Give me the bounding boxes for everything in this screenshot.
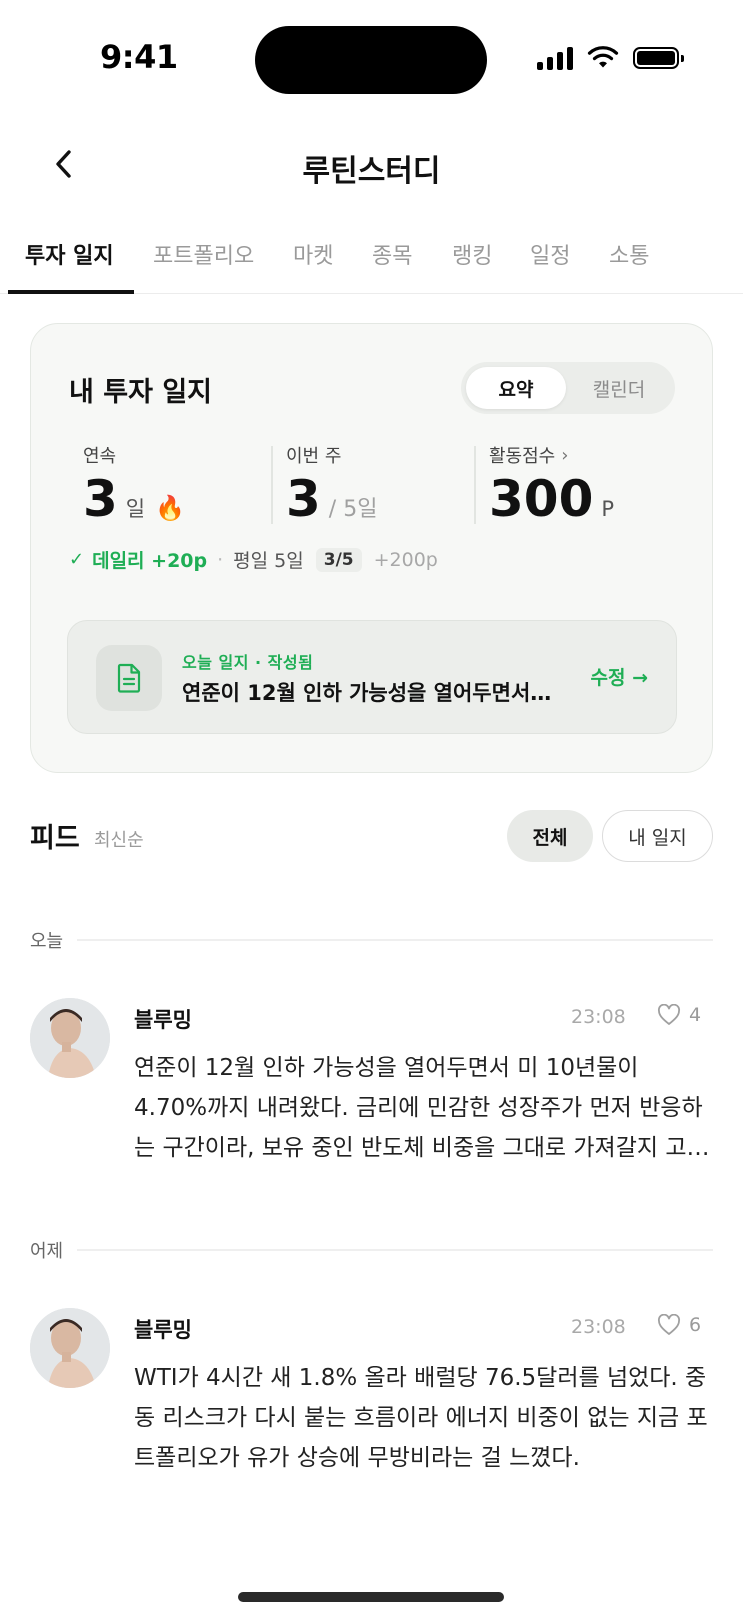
post-time: 23:08 <box>571 1006 626 1028</box>
avatar[interactable] <box>30 1308 110 1388</box>
feed-title: 피드 <box>30 823 80 854</box>
stat-week-sub: / 5일 <box>328 497 378 522</box>
stat-score-label: 활동점수 <box>489 446 556 467</box>
date-separator-label: 어제 <box>30 1241 64 1262</box>
divider <box>77 939 713 941</box>
segment-calendar[interactable]: 캘린더 <box>569 367 669 409</box>
stat-streak-unit: 일 <box>125 497 146 521</box>
like-button[interactable]: 4 <box>657 1004 701 1026</box>
date-separator: 어제 <box>30 1238 713 1262</box>
weekday-progress-badge: 3/5 <box>315 547 362 572</box>
stat-divider <box>271 446 273 524</box>
post-author[interactable]: 블루밍 <box>134 1004 192 1034</box>
avatar[interactable] <box>30 998 110 1078</box>
tab-market[interactable]: 마켓 <box>293 238 333 270</box>
like-button[interactable]: 6 <box>657 1314 701 1336</box>
stat-week-label: 이번 주 <box>286 446 342 467</box>
date-separator: 오늘 <box>30 928 713 952</box>
feed-header: 피드 최신순 전체 내 일지 <box>30 808 713 864</box>
status-icons <box>537 46 684 70</box>
document-icon <box>96 645 162 711</box>
heart-icon <box>657 1004 681 1025</box>
today-journal-entry[interactable]: 오늘 일지 · 작성됨 연준이 12월 인하 가능성을 열어두면서 미 10년물… <box>67 620 677 734</box>
check-icon: ✓ <box>69 549 85 570</box>
stat-score-label-row: 활동점수 › <box>489 442 614 468</box>
stat-streak: 연속 3 일 🔥 <box>83 442 185 524</box>
stat-score[interactable]: 활동점수 › 300 P <box>489 442 615 528</box>
date-separator-label: 오늘 <box>30 931 64 952</box>
stat-divider <box>474 446 476 524</box>
separator-dot: · <box>217 548 224 571</box>
cellular-signal-icon <box>537 46 573 70</box>
divider <box>77 1249 713 1251</box>
weekday-bonus: +200p <box>373 548 438 571</box>
tab-bar: 투자 일지 포트폴리오 마켓 종목 랭킹 일정 소통 <box>0 222 743 294</box>
entry-preview: 연준이 12월 인하 가능성을 열어두면서 미 10년물이 <box>182 681 552 705</box>
tab-schedule[interactable]: 일정 <box>530 238 570 270</box>
post-time: 23:08 <box>571 1316 626 1338</box>
wifi-icon <box>587 46 619 68</box>
feed-post[interactable]: 블루밍 23:08 4 연준이 12월 인하 가능성을 열어두면서 미 10년물… <box>30 998 713 1178</box>
post-body: WTI가 4시간 새 1.8% 올라 배럴당 76.5달러를 넘었다. 중동 리… <box>134 1358 714 1478</box>
view-segmented-control: 요약 캘린더 <box>461 362 675 414</box>
chevron-right-icon: › <box>561 444 569 466</box>
tab-ranking[interactable]: 랭킹 <box>452 238 492 270</box>
status-bar: 9:41 <box>0 0 743 120</box>
post-body-text: 연준이 12월 인하 가능성을 열어두면서 미 10년물이 4.70%까지 내려… <box>134 1055 708 1161</box>
stat-streak-label: 연속 <box>83 446 117 467</box>
like-count: 4 <box>689 1004 702 1026</box>
stat-score-value: 300 <box>489 470 594 528</box>
heart-icon <box>657 1314 681 1335</box>
entry-status: 오늘 일지 · 작성됨 <box>182 653 314 672</box>
page-title: 루틴스터디 <box>302 154 441 189</box>
fire-icon: 🔥 <box>155 494 186 522</box>
feed-sort-label[interactable]: 최신순 <box>94 826 144 852</box>
daily-points-row: ✓ 데일리 +20p · 평일 5일 3/5 +200p <box>69 546 438 573</box>
stat-week-value: 3 <box>286 470 321 528</box>
battery-icon <box>633 47 684 69</box>
like-count: 6 <box>689 1314 702 1336</box>
stat-score-unit: P <box>601 497 615 521</box>
filter-mine-chip[interactable]: 내 일지 <box>602 810 713 862</box>
home-indicator <box>238 1592 504 1602</box>
weekday-label: 평일 5일 <box>233 550 304 572</box>
tab-portfolio[interactable]: 포트폴리오 <box>153 238 254 270</box>
nav-header: 루틴스터디 <box>0 120 743 210</box>
tab-journal[interactable]: 투자 일지 <box>25 238 114 270</box>
tab-community[interactable]: 소통 <box>609 238 649 270</box>
status-time: 9:41 <box>100 38 178 76</box>
dynamic-island <box>255 26 487 94</box>
filter-all-chip[interactable]: 전체 <box>507 810 593 862</box>
segment-summary[interactable]: 요약 <box>466 367 566 409</box>
stat-streak-value: 3 <box>83 470 118 528</box>
edit-entry-button[interactable]: 수정 → <box>591 663 649 690</box>
tab-stocks[interactable]: 종목 <box>372 238 412 270</box>
feed-post[interactable]: 블루밍 23:08 6 WTI가 4시간 새 1.8% 올라 배럴당 76.5달… <box>30 1308 713 1488</box>
active-tab-indicator <box>8 290 134 294</box>
post-author[interactable]: 블루밍 <box>134 1314 192 1344</box>
stat-week: 이번 주 3 / 5일 <box>286 442 377 524</box>
daily-points-label: 데일리 +20p <box>92 550 208 572</box>
post-body: 연준이 12월 인하 가능성을 열어두면서 미 10년물이 4.70%까지 내려… <box>134 1048 714 1168</box>
journal-summary-card: 내 투자 일지 요약 캘린더 연속 3 일 🔥 이번 주 3 / 5일 활동점수… <box>30 323 713 773</box>
post-body-text: WTI가 4시간 새 1.8% 올라 배럴당 76.5달러를 넘었다. 중동 리… <box>134 1365 708 1471</box>
journal-card-title: 내 투자 일지 <box>69 377 212 408</box>
